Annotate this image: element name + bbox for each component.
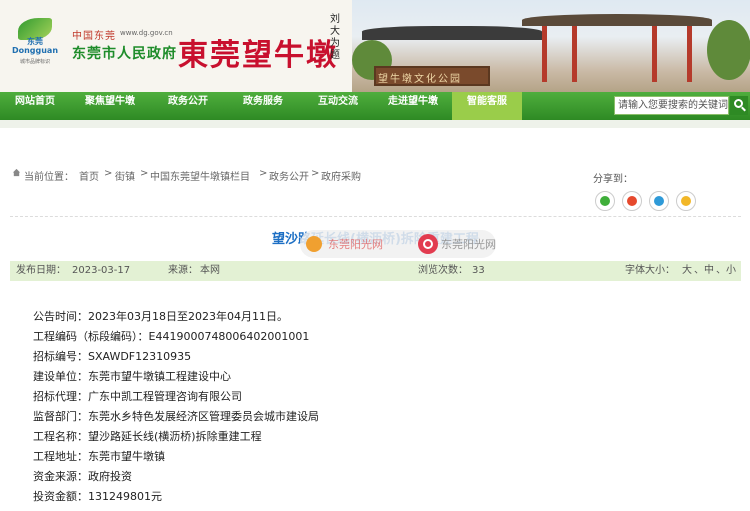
views-label: 浏览次数：: [418, 265, 468, 276]
views-count: 33: [472, 265, 485, 276]
publish-date: 2023-03-17: [72, 265, 131, 276]
logo-caption: 城市品牌标识: [19, 59, 50, 65]
detail-row: 资金来源：政府投资: [33, 470, 132, 483]
nav-shadow-strip: [0, 120, 750, 128]
gov-slogan: 中国东莞: [72, 31, 116, 42]
article-panel: 当前位置： 首页 > 街镇 > 中国东莞望牛墩镇栏目 > 政务公开 > 政府采购…: [10, 138, 741, 511]
detail-row: 招标编号：SXAWDF12310935: [33, 350, 192, 363]
logo-english-text: Dongguan: [11, 46, 59, 55]
nav-item-home[interactable]: 网站首页: [6, 92, 64, 120]
weibo-icon[interactable]: [622, 191, 642, 211]
breadcrumb-sep: >: [311, 168, 320, 179]
gov-url[interactable]: www.dg.gov.cn: [120, 29, 173, 37]
detail-row: 工程名称：望沙路延长线(横沥桥)拆除重建工程: [33, 430, 262, 443]
breadcrumb-item-town-column[interactable]: 中国东莞望牛墩镇栏目: [150, 168, 250, 183]
calligraphy-signature: 刘大为题: [330, 14, 340, 61]
breadcrumb-sep: >: [140, 168, 149, 179]
font-size-medium[interactable]: 中: [704, 261, 714, 281]
font-size-sep: 、: [716, 265, 726, 276]
detail-row: 监督部门：东莞水乡特色发展经济区管理委员会城市建设局: [33, 410, 319, 423]
qq-icon[interactable]: [649, 191, 669, 211]
tree-shape: [707, 20, 750, 80]
detail-row: 工程地址：东莞市望牛墩镇: [33, 450, 165, 463]
nav-item-gov-service[interactable]: 政务服务: [232, 92, 294, 120]
font-size-sep: 、: [694, 265, 704, 276]
detail-row: 招标代理：广东中凯工程管理咨询有限公司: [33, 390, 242, 403]
article-meta-bar: 发布日期： 2023-03-17 来源： 本网 浏览次数： 33 字体大小： 大…: [10, 261, 741, 281]
gate-pillar: [652, 26, 657, 82]
breadcrumb-item-gov-open[interactable]: 政务公开: [269, 168, 309, 183]
gate-pillar: [542, 26, 547, 82]
breadcrumb-sep: >: [259, 168, 268, 179]
park-stone-text: 望牛墩文化公园: [378, 74, 462, 85]
town-title: 東莞望牛墩: [178, 38, 338, 73]
search-input[interactable]: 请输入您要搜索的关键词: [614, 96, 729, 115]
nav-item-smart-service[interactable]: 智能客服: [452, 92, 522, 120]
breadcrumb-item-procurement[interactable]: 政府采购: [321, 168, 361, 183]
publish-date-label: 发布日期：: [16, 265, 66, 276]
breadcrumb-label: 当前位置：: [24, 172, 74, 183]
watermark-text: 东莞阳光网: [328, 238, 383, 251]
font-size-large[interactable]: 大: [682, 261, 692, 281]
breadcrumb-item-street[interactable]: 街镇: [115, 168, 135, 183]
gate-pillar: [572, 26, 577, 82]
pavilion-roof: [362, 26, 542, 40]
site-banner: 东莞 Dongguan 城市品牌标识 中国东莞 www.dg.gov.cn 东莞…: [0, 0, 750, 92]
watermark-badge-icon: [418, 234, 438, 254]
font-size-small[interactable]: 小: [726, 261, 736, 281]
gate-roof: [522, 14, 712, 26]
source-label: 来源：: [168, 265, 198, 276]
nav-item-focus[interactable]: 聚焦望牛墩: [76, 92, 144, 120]
detail-row: 投资金额：131249801元: [33, 490, 162, 503]
watermark-badge-text: 东莞阳光网: [441, 238, 496, 251]
breadcrumb-item-home[interactable]: 首页: [79, 168, 99, 183]
nav-item-interaction[interactable]: 互动交流: [307, 92, 369, 120]
wechat-icon[interactable]: [595, 191, 615, 211]
nav-item-about-town[interactable]: 走进望牛墩: [378, 92, 448, 120]
watermark-overlay: 东莞阳光网 东莞阳光网: [300, 230, 496, 258]
detail-row: 工程编码（标段编码）：E4419000748006402001001: [33, 330, 310, 343]
share-label: 分享到：: [593, 174, 633, 185]
watermark-logo-icon: [306, 236, 322, 252]
gate-pillar: [687, 26, 692, 82]
banner-photo: 望牛墩文化公园: [352, 0, 750, 92]
search-button[interactable]: [730, 96, 748, 115]
home-icon: [12, 168, 21, 177]
divider: [10, 216, 741, 217]
detail-row: 公告时间：2023年03月18日至2023年04月11日。: [33, 310, 288, 323]
qzone-icon[interactable]: [676, 191, 696, 211]
gov-name[interactable]: 东莞市人民政府: [72, 43, 177, 63]
detail-row: 建设单位：东莞市望牛墩镇工程建设中心: [33, 370, 231, 383]
nav-item-gov-open[interactable]: 政务公开: [158, 92, 218, 120]
dongguan-logo[interactable]: 东莞 Dongguan 城市品牌标识: [4, 18, 66, 68]
main-nav: 网站首页 聚焦望牛墩 政务公开 政务服务 互动交流 走进望牛墩 智能客服 请输入…: [0, 92, 750, 120]
font-size-label: 字体大小：: [625, 265, 675, 276]
breadcrumb-sep: >: [104, 168, 113, 179]
source-value: 本网: [200, 265, 220, 276]
